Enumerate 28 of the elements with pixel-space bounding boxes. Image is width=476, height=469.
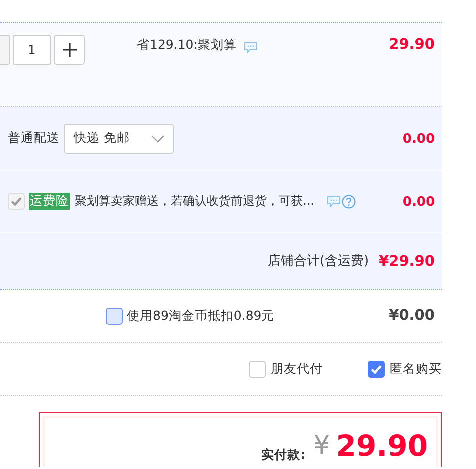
- currency-symbol: ¥: [314, 432, 330, 462]
- option-label: 匿名购买: [390, 360, 442, 378]
- decrease-button[interactable]: [0, 35, 10, 65]
- checkbox[interactable]: [368, 360, 385, 378]
- checkbox[interactable]: [106, 308, 123, 324]
- shipping-label: 普通配送: [8, 130, 60, 147]
- payment-label: 实付款:: [262, 448, 306, 462]
- coin-label: 使用89淘金币抵扣0.89元: [127, 308, 275, 324]
- caret-icon: [151, 134, 165, 142]
- option-label: 朋友代付: [271, 360, 323, 378]
- insurance-tag: 运费险: [29, 193, 70, 210]
- checkbox[interactable]: [249, 360, 266, 378]
- help-icon[interactable]: [342, 194, 356, 208]
- increase-button[interactable]: [54, 35, 85, 65]
- promo-text: 省129.10:聚划算: [137, 37, 237, 54]
- insurance-text: 聚划算卖家赠送，若确认收货前退货，可获...: [75, 193, 314, 210]
- plus-icon: [62, 42, 78, 58]
- item-price: 29.90: [389, 36, 435, 53]
- coin-amount: ¥0.00: [389, 308, 435, 324]
- chat-icon[interactable]: [244, 42, 258, 54]
- store-total-label: 店铺合计(含运费): [268, 253, 370, 270]
- chat-icon[interactable]: [327, 196, 342, 208]
- quantity-field[interactable]: 1: [13, 35, 51, 65]
- shipping-price: 0.00: [402, 131, 435, 147]
- shipping-dropdown[interactable]: 快递 免邮: [64, 124, 174, 154]
- payment-amount: 29.90: [336, 430, 428, 464]
- insurance-price: 0.00: [402, 194, 435, 210]
- store-total-amount: ¥29.90: [379, 253, 435, 270]
